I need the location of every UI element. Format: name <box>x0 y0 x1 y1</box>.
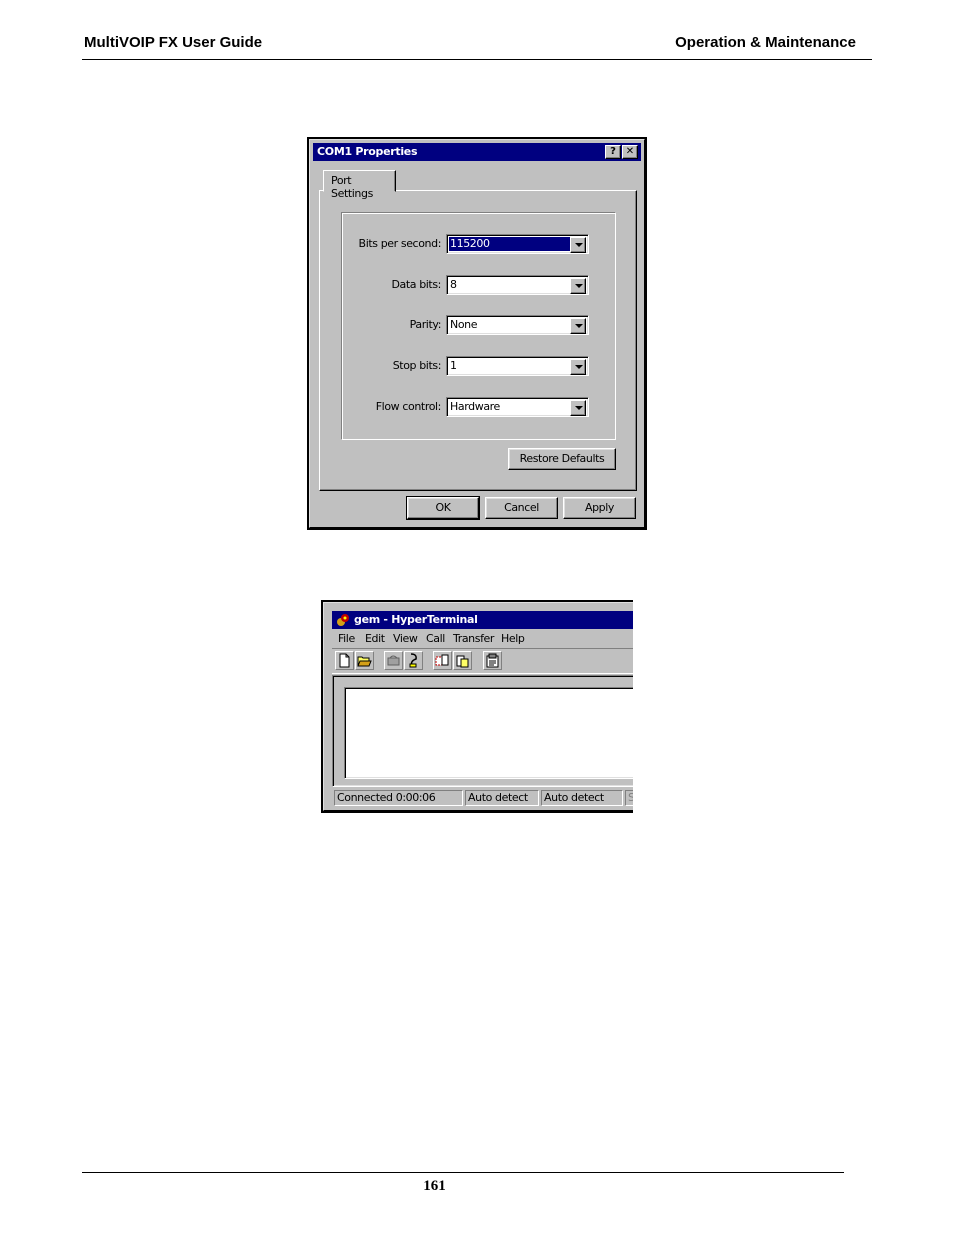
data-bits-value: 8 <box>450 278 457 291</box>
flow-control-select[interactable]: Hardware <box>446 397 589 417</box>
menu-transfer[interactable]: Transfer <box>453 632 494 645</box>
menu-help[interactable]: Help <box>501 632 525 645</box>
status-extra: S <box>625 790 633 806</box>
stop-bits-value: 1 <box>450 359 457 372</box>
parity-label: Parity: <box>409 318 442 331</box>
menu-view[interactable]: View <box>393 632 418 645</box>
header-title: MultiVOIP FX User Guide <box>84 34 263 51</box>
flow-control-value: Hardware <box>450 400 500 413</box>
properties-icon[interactable] <box>483 651 502 670</box>
footer-rule <box>82 1172 844 1173</box>
chevron-down-icon <box>575 365 583 369</box>
bits-per-second-select[interactable]: 115200 <box>446 234 589 254</box>
hyperterminal-titlebar[interactable]: gem - HyperTerminal <box>332 611 633 629</box>
status-auto-detect-1: Auto detect <box>465 790 539 806</box>
menu-call[interactable]: Call <box>426 632 445 645</box>
data-bits-label: Data bits: <box>391 278 441 291</box>
flow-control-dropdown[interactable] <box>570 400 586 416</box>
chevron-down-icon <box>575 284 583 288</box>
menu-file[interactable]: File <box>338 632 355 645</box>
stop-bits-select[interactable]: 1 <box>446 356 589 376</box>
open-icon[interactable] <box>355 651 374 670</box>
ok-button[interactable]: OK <box>406 496 480 520</box>
menu-bar: File Edit View Call Transfer Help <box>332 630 633 648</box>
tab-port-settings[interactable]: Port Settings <box>323 170 396 200</box>
chevron-down-icon <box>575 243 583 247</box>
page-number: 161 <box>423 1178 446 1194</box>
dialog-title: COM1 Properties <box>317 145 418 158</box>
com1-properties-screenshot: COM1 Properties ? ✕ Port Settings Bits p… <box>307 137 647 530</box>
menu-edit[interactable]: Edit <box>365 632 385 645</box>
bits-per-second-label: Bits per second: <box>358 237 442 250</box>
parity-value: None <box>450 318 478 331</box>
hyperterminal-app-icon <box>337 614 349 626</box>
parity-select[interactable]: None <box>446 315 589 335</box>
disconnect-icon[interactable] <box>404 651 423 670</box>
status-connected: Connected 0:00:06 <box>334 790 463 806</box>
data-bits-select[interactable]: 8 <box>446 275 589 295</box>
chevron-down-icon <box>575 324 583 328</box>
terminal-frame <box>332 675 633 787</box>
hyperterminal-screenshot: gem - HyperTerminal File Edit View Call … <box>321 600 633 813</box>
cancel-button[interactable]: Cancel <box>485 497 558 519</box>
data-bits-dropdown[interactable] <box>570 278 586 294</box>
bits-per-second-dropdown[interactable] <box>570 237 586 253</box>
stop-bits-dropdown[interactable] <box>570 359 586 375</box>
stop-bits-label: Stop bits: <box>392 359 442 372</box>
bits-per-second-value: 115200 <box>449 237 570 251</box>
com1-properties-dialog: COM1 Properties ? ✕ Port Settings Bits p… <box>309 139 645 528</box>
flow-control-label: Flow control: <box>375 400 442 413</box>
restore-defaults-button[interactable]: Restore Defaults <box>508 448 616 470</box>
port-settings-panel: Bits per second: 115200 Data bits: 8 Par… <box>319 190 637 491</box>
dialog-titlebar[interactable]: COM1 Properties ? ✕ <box>313 143 641 161</box>
header-section: Operation & Maintenance <box>675 34 856 51</box>
send-icon[interactable] <box>433 651 452 670</box>
connect-icon[interactable] <box>384 651 403 670</box>
close-button[interactable]: ✕ <box>622 145 638 159</box>
receive-icon[interactable] <box>453 651 472 670</box>
status-auto-detect-2: Auto detect <box>541 790 623 806</box>
status-bar: Connected 0:00:06 Auto detect Auto detec… <box>332 789 633 806</box>
apply-button[interactable]: Apply <box>563 497 636 519</box>
chevron-down-icon <box>575 406 583 410</box>
parity-dropdown[interactable] <box>570 318 586 334</box>
hyperterminal-title: gem - HyperTerminal <box>354 613 478 626</box>
help-button[interactable]: ? <box>605 145 621 159</box>
hyperterminal-window: gem - HyperTerminal File Edit View Call … <box>323 602 633 811</box>
port-settings-group: Bits per second: 115200 Data bits: 8 Par… <box>341 212 616 440</box>
toolbar <box>332 648 633 674</box>
terminal-screen[interactable] <box>344 687 633 779</box>
new-icon[interactable] <box>335 651 354 670</box>
header-rule <box>82 59 872 60</box>
